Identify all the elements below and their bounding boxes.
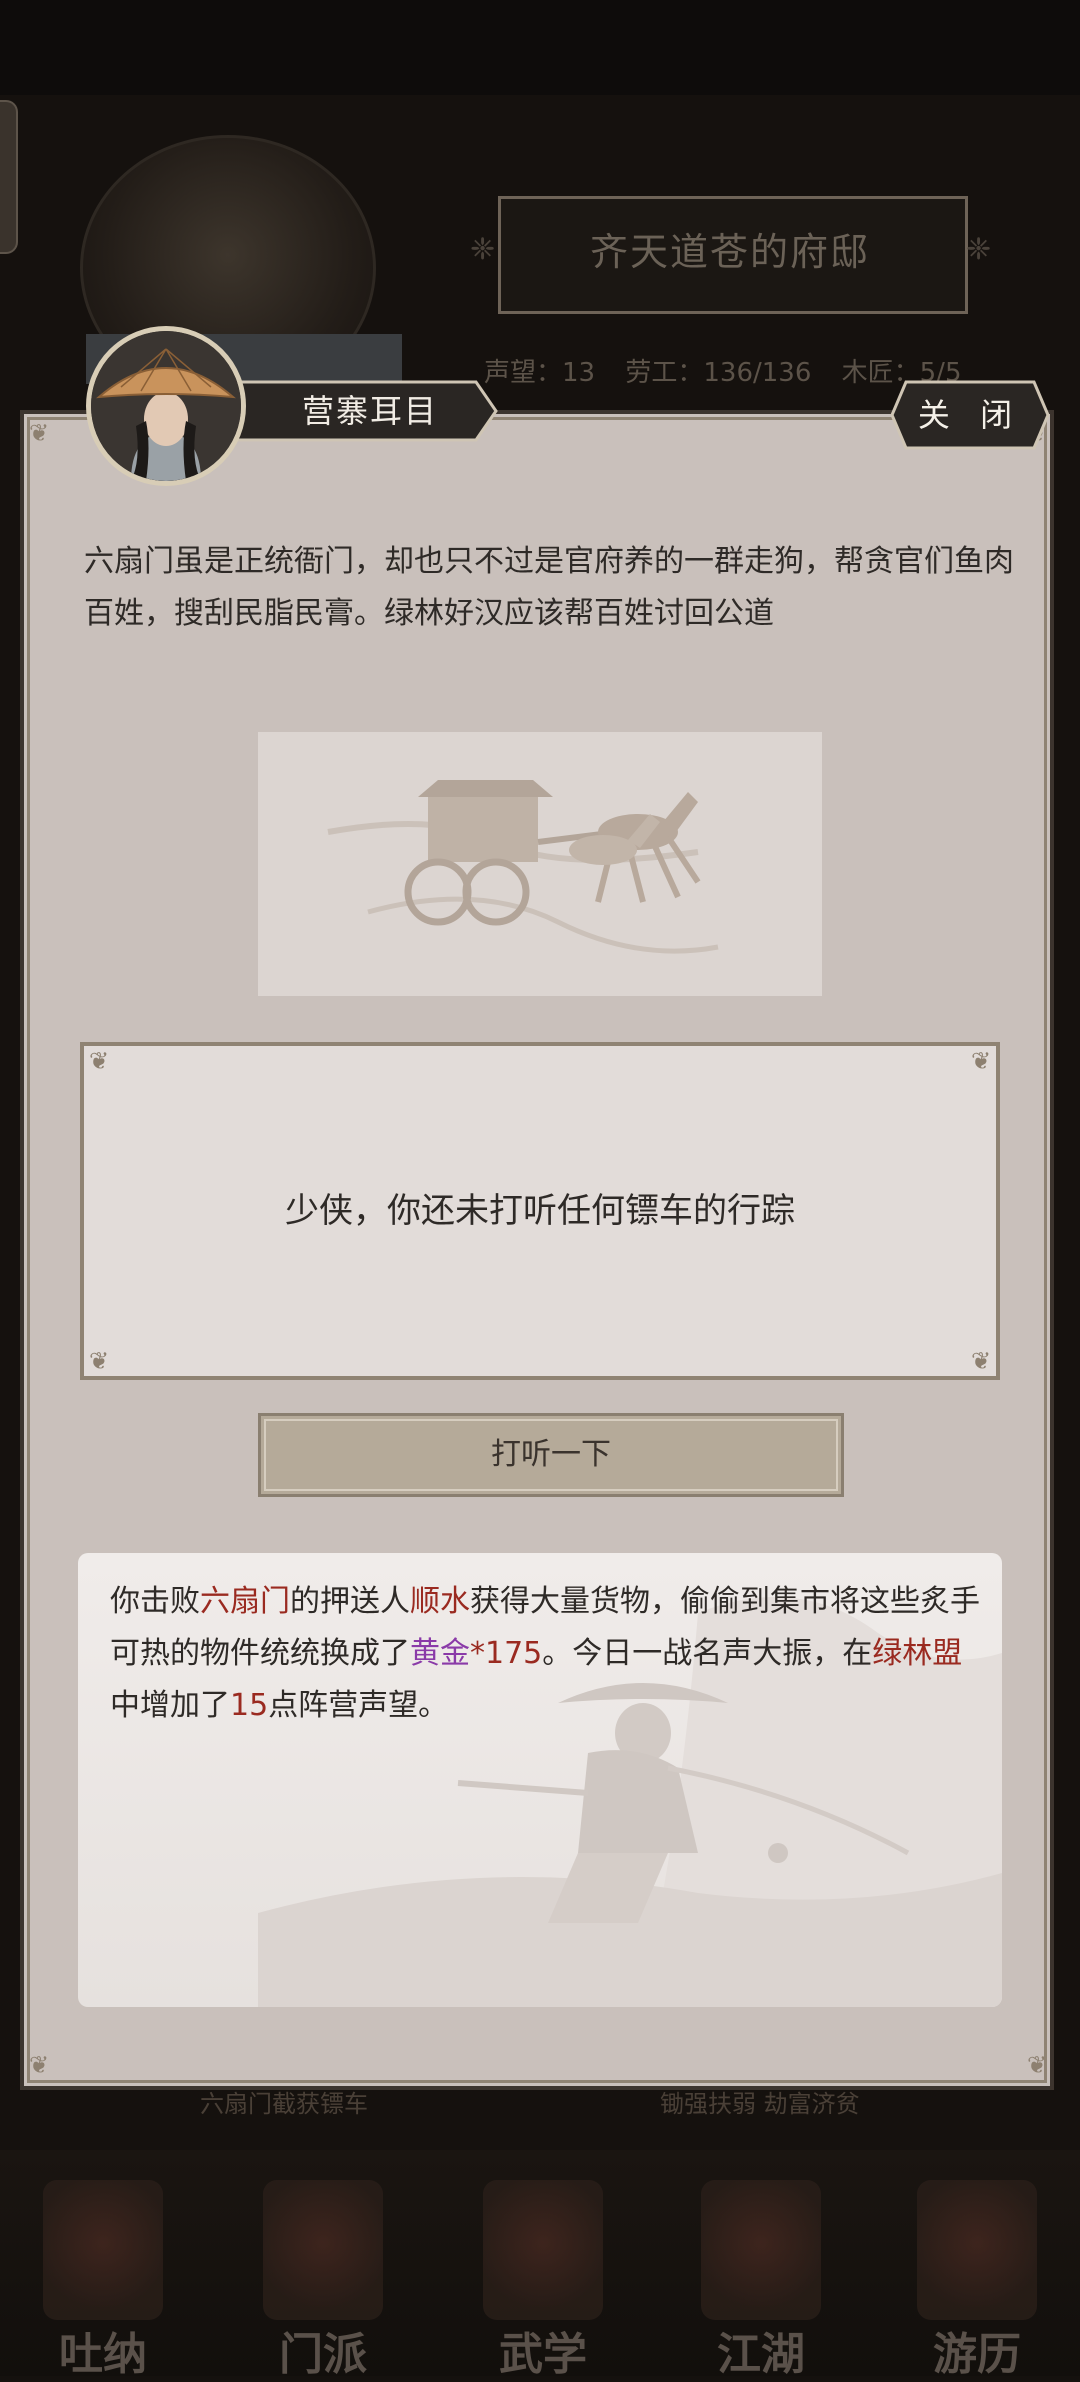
corner-ornament-icon: ❦ bbox=[28, 419, 50, 447]
nav-jianghu[interactable]: 江湖 bbox=[676, 2180, 846, 2380]
sect-name: 六扇门 bbox=[200, 1584, 290, 1619]
stat-labor: 劳工：136/136 bbox=[625, 358, 812, 388]
status-message: 少侠，你还未打听任何镖车的行踪 bbox=[285, 1191, 795, 1231]
corner-ornament-icon: ❦ bbox=[1026, 2051, 1048, 2079]
nav-travel[interactable]: 游历 bbox=[892, 2180, 1062, 2380]
item-name: 黄金 bbox=[410, 1636, 470, 1671]
travel-icon bbox=[917, 2180, 1037, 2320]
meditation-icon bbox=[43, 2180, 163, 2320]
dialog-title: 营寨耳目 bbox=[301, 392, 438, 430]
nav-meditation[interactable]: 吐纳 bbox=[18, 2180, 188, 2380]
nav-martial[interactable]: 武学 bbox=[458, 2180, 628, 2380]
stat-reputation: 声望：13 bbox=[484, 358, 596, 388]
straw-hat-hero-icon bbox=[91, 331, 241, 481]
nav-sect[interactable]: 门派 bbox=[238, 2180, 408, 2380]
horse-carriage-icon bbox=[327, 780, 719, 954]
martial-book-icon bbox=[483, 2180, 603, 2320]
reputation-points: 15 bbox=[230, 1688, 269, 1723]
item-quantity: *175 bbox=[470, 1636, 543, 1671]
close-button[interactable]: 关 闭 bbox=[890, 378, 1050, 452]
escort-name: 顺水 bbox=[410, 1584, 470, 1619]
sect-banner-icon bbox=[263, 2180, 383, 2320]
avatar bbox=[86, 326, 246, 486]
mansion-title: 齐天道苍的府邸 bbox=[589, 230, 870, 274]
dialog-description: 六扇门虽是正统衙门，却也只不过是官府养的一群走狗，帮贪官们鱼肉百姓，搜刮民脂民膏… bbox=[84, 544, 1014, 631]
corner-ornament-icon: ❦ bbox=[28, 2051, 50, 2079]
close-label: 关 闭 bbox=[917, 396, 1023, 434]
faction-name: 绿林盟 bbox=[872, 1636, 963, 1671]
inquire-label[interactable]: 打听一下 bbox=[258, 1413, 844, 1497]
battle-log-text: 你击败六扇门的押送人顺水获得大量货物，偷偷到集市将这些炙手可热的物件统统换成了黄… bbox=[110, 1584, 980, 1723]
ornament-icon: ❈ bbox=[470, 232, 496, 267]
top-bar bbox=[0, 0, 1080, 95]
carriage-illustration bbox=[258, 732, 822, 996]
side-tab bbox=[0, 100, 18, 254]
ornament-icon: ❈ bbox=[966, 232, 992, 267]
jianghu-icon bbox=[701, 2180, 821, 2320]
